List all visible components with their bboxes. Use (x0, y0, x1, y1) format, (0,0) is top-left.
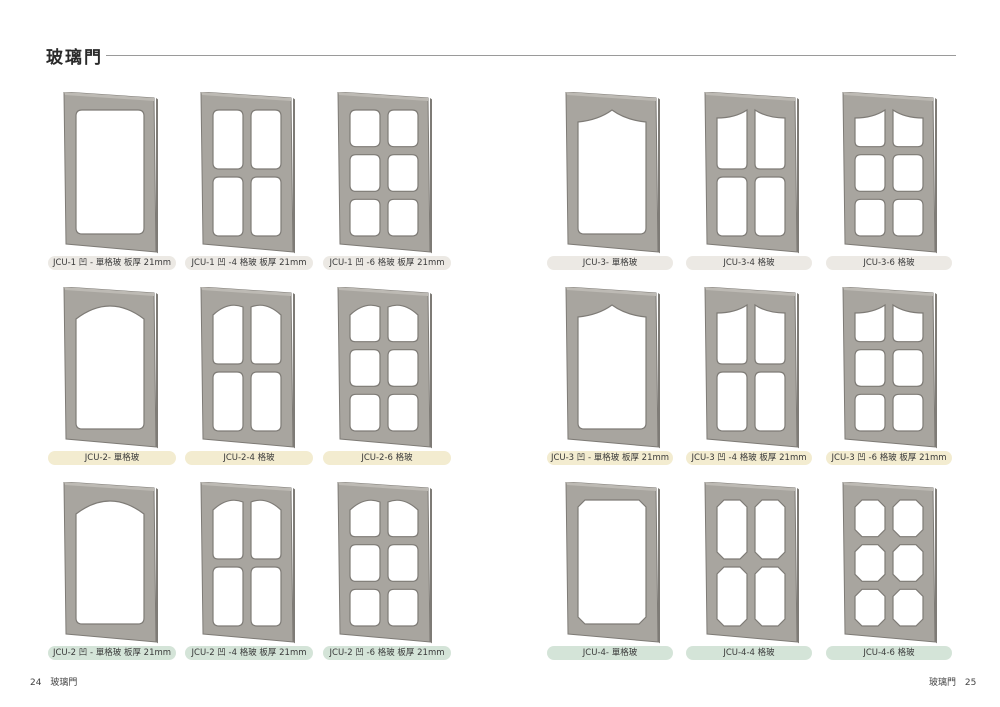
door-illustration (564, 92, 660, 256)
door-illustration (703, 482, 799, 646)
door-model-label: JCU-2 凹 -6 格玻 板厚 21mm (323, 646, 451, 660)
footer-right: 玻璃門 25 (929, 675, 976, 688)
door-model-label: JCU-2- 單格玻 (48, 451, 176, 465)
door-model-label: JCU-2-6 格玻 (323, 451, 451, 465)
door-illustration (336, 482, 432, 646)
door-illustration (564, 287, 660, 451)
door-illustration (336, 287, 432, 451)
door-model-label: JCU-3-4 格玻 (686, 256, 812, 270)
door-model-label: JCU-4-4 格玻 (686, 646, 812, 660)
door-illustration (62, 287, 158, 451)
door-illustration (199, 482, 295, 646)
door-model-label: JCU-3- 單格玻 (547, 256, 673, 270)
door-illustration (564, 482, 660, 646)
door-illustration (841, 287, 937, 451)
door-illustration (199, 92, 295, 256)
door-model-label: JCU-3 凹 - 單格玻 板厚 21mm (547, 451, 673, 465)
page-number-left: 24 (30, 678, 42, 688)
door-model-label: JCU-2 凹 -4 格玻 板厚 21mm (185, 646, 313, 660)
footer-left: 24 玻璃門 (30, 675, 77, 688)
door-model-label: JCU-1 凹 -4 格玻 板厚 21mm (185, 256, 313, 270)
door-model-label: JCU-4-6 格玻 (826, 646, 952, 660)
door-model-label: JCU-3-6 格玻 (826, 256, 952, 270)
footer-title-left: 玻璃門 (50, 678, 78, 688)
door-model-label: JCU-2 凹 - 單格玻 板厚 21mm (48, 646, 176, 660)
door-illustration (62, 92, 158, 256)
door-model-label: JCU-1 凹 - 單格玻 板厚 21mm (48, 256, 176, 270)
page-number-right: 25 (964, 678, 977, 688)
door-model-label: JCU-4- 單格玻 (547, 646, 673, 660)
page-title: 玻璃門 (46, 48, 103, 68)
door-illustration (841, 92, 937, 256)
door-illustration (199, 287, 295, 451)
door-model-label: JCU-3 凹 -4 格玻 板厚 21mm (686, 451, 812, 465)
door-illustration (841, 482, 937, 646)
door-model-label: JCU-1 凹 -6 格玻 板厚 21mm (323, 256, 451, 270)
title-divider (106, 55, 956, 56)
door-illustration (703, 287, 799, 451)
door-illustration (336, 92, 432, 256)
door-model-label: JCU-2-4 格玻 (185, 451, 313, 465)
door-model-label: JCU-3 凹 -6 格玻 板厚 21mm (826, 451, 952, 465)
door-illustration (62, 482, 158, 646)
door-illustration (703, 92, 799, 256)
footer-title-right: 玻璃門 (929, 678, 957, 688)
